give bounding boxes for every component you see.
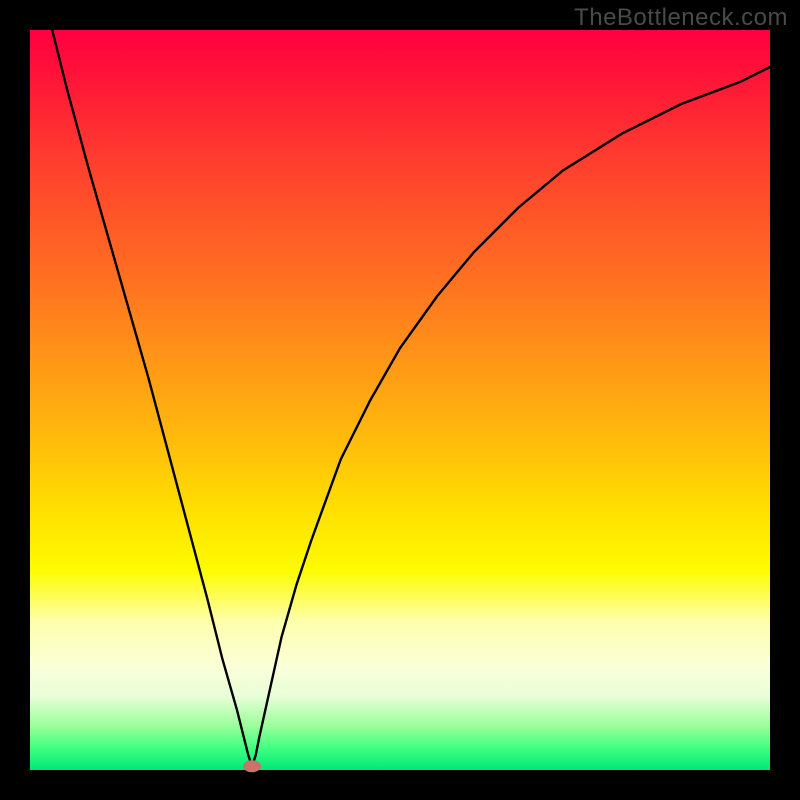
- chart-container: TheBottleneck.com: [0, 0, 800, 800]
- plot-area: [30, 30, 770, 770]
- minimum-marker: [243, 760, 261, 772]
- watermark-text: TheBottleneck.com: [574, 4, 788, 32]
- bottleneck-curve-path: [52, 30, 770, 766]
- bottleneck-curve-svg: [30, 30, 770, 770]
